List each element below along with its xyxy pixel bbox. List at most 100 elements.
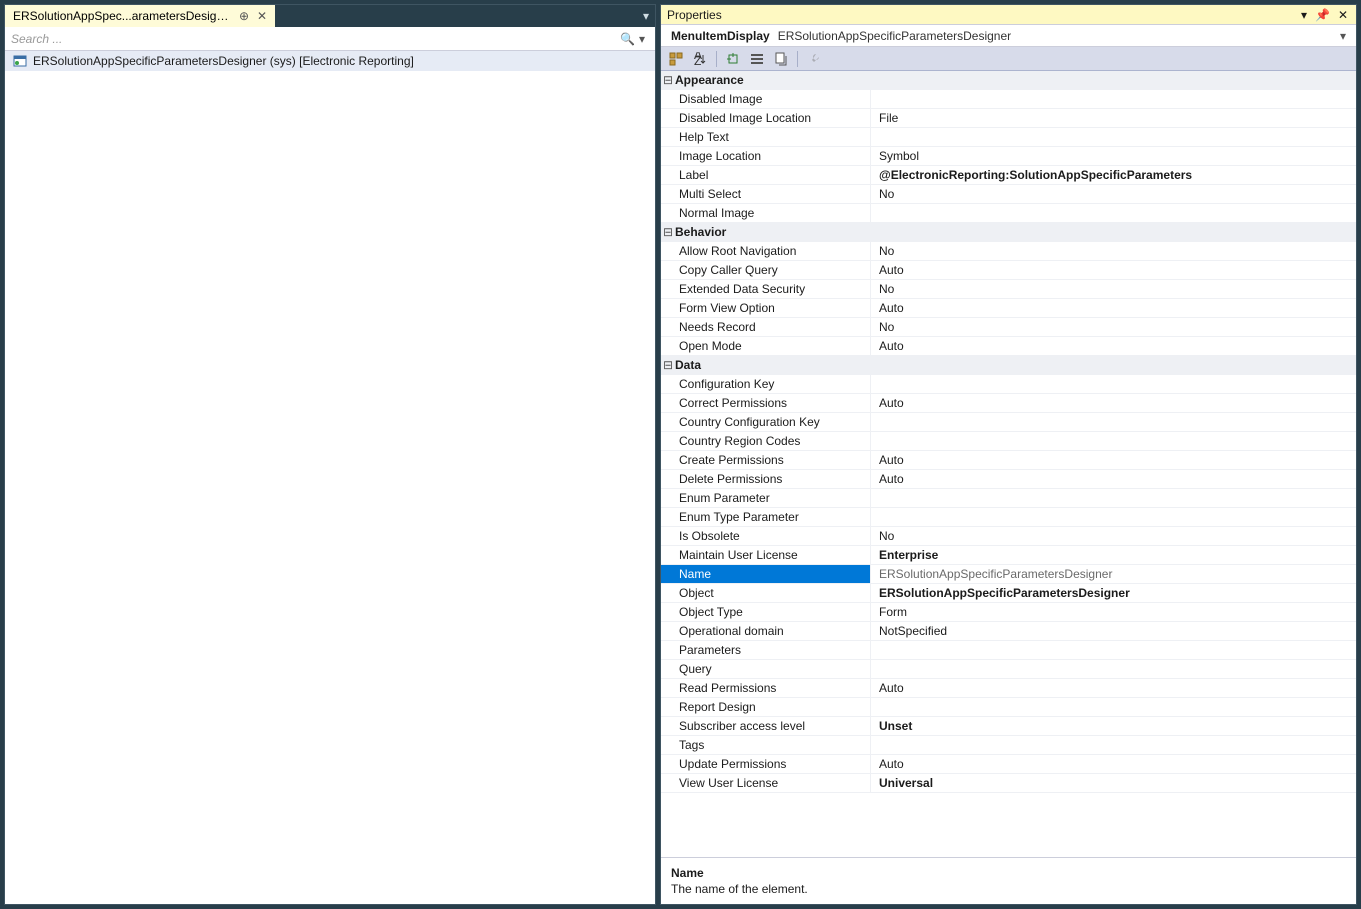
property-row[interactable]: Form View OptionAuto: [661, 299, 1356, 318]
property-value[interactable]: NotSpecified: [871, 622, 1356, 640]
object-dropdown-icon[interactable]: ▾: [1340, 29, 1346, 43]
property-row[interactable]: Image LocationSymbol: [661, 147, 1356, 166]
property-row[interactable]: Delete PermissionsAuto: [661, 470, 1356, 489]
property-value[interactable]: Auto: [871, 394, 1356, 412]
property-row[interactable]: Correct PermissionsAuto: [661, 394, 1356, 413]
pin-icon[interactable]: ⊕: [239, 9, 249, 23]
property-row[interactable]: Enum Type Parameter: [661, 508, 1356, 527]
wrench-button[interactable]: [803, 49, 825, 69]
show-all-button[interactable]: [746, 49, 768, 69]
property-value[interactable]: Auto: [871, 337, 1356, 355]
property-row[interactable]: Object TypeForm: [661, 603, 1356, 622]
property-row[interactable]: Parameters: [661, 641, 1356, 660]
property-name: Image Location: [661, 147, 871, 165]
property-value[interactable]: Auto: [871, 451, 1356, 469]
property-row[interactable]: Copy Caller QueryAuto: [661, 261, 1356, 280]
tree-root-item[interactable]: ERSolutionAppSpecificParametersDesigner …: [5, 51, 655, 71]
pin-icon[interactable]: 📌: [1313, 8, 1332, 22]
property-row[interactable]: Country Region Codes: [661, 432, 1356, 451]
category-row[interactable]: ⊟Behavior: [661, 223, 1356, 242]
property-value[interactable]: Auto: [871, 679, 1356, 697]
property-value[interactable]: [871, 508, 1356, 526]
property-value[interactable]: [871, 90, 1356, 108]
property-row[interactable]: Disabled Image LocationFile: [661, 109, 1356, 128]
property-value[interactable]: [871, 413, 1356, 431]
property-value[interactable]: ERSolutionAppSpecificParametersDesigner: [871, 584, 1356, 602]
property-row[interactable]: Multi SelectNo: [661, 185, 1356, 204]
property-value[interactable]: [871, 375, 1356, 393]
property-row[interactable]: View User LicenseUniversal: [661, 774, 1356, 793]
property-row[interactable]: Configuration Key: [661, 375, 1356, 394]
property-grid[interactable]: ⊟AppearanceDisabled ImageDisabled Image …: [661, 71, 1356, 857]
alphabetical-button[interactable]: AZ: [689, 49, 711, 69]
property-value[interactable]: [871, 128, 1356, 146]
close-icon[interactable]: ✕: [1336, 8, 1350, 22]
extensions-button[interactable]: [722, 49, 744, 69]
property-row[interactable]: Query: [661, 660, 1356, 679]
property-row[interactable]: Update PermissionsAuto: [661, 755, 1356, 774]
collapse-icon[interactable]: ⊟: [661, 223, 675, 241]
property-value[interactable]: [871, 698, 1356, 716]
property-value[interactable]: No: [871, 242, 1356, 260]
document-tab-active[interactable]: ERSolutionAppSpec...arametersDesigner ⊕ …: [5, 5, 275, 27]
property-value[interactable]: [871, 660, 1356, 678]
property-row[interactable]: Country Configuration Key: [661, 413, 1356, 432]
property-value[interactable]: Enterprise: [871, 546, 1356, 564]
close-icon[interactable]: ✕: [257, 9, 267, 23]
property-value[interactable]: ERSolutionAppSpecificParametersDesigner: [871, 565, 1356, 583]
property-row[interactable]: Needs RecordNo: [661, 318, 1356, 337]
property-value[interactable]: No: [871, 318, 1356, 336]
property-value[interactable]: [871, 432, 1356, 450]
property-row[interactable]: ObjectERSolutionAppSpecificParametersDes…: [661, 584, 1356, 603]
property-row[interactable]: Maintain User LicenseEnterprise: [661, 546, 1356, 565]
collapse-icon[interactable]: ⊟: [661, 356, 675, 374]
property-row[interactable]: Help Text: [661, 128, 1356, 147]
menu-item-icon: [13, 54, 27, 68]
tab-overflow-dropdown-icon[interactable]: ▾: [637, 5, 655, 27]
property-row[interactable]: Enum Parameter: [661, 489, 1356, 508]
property-value[interactable]: Form: [871, 603, 1356, 621]
property-value[interactable]: [871, 736, 1356, 754]
property-row[interactable]: Tags: [661, 736, 1356, 755]
property-value[interactable]: [871, 489, 1356, 507]
property-value[interactable]: @ElectronicReporting:SolutionAppSpecific…: [871, 166, 1356, 184]
property-value[interactable]: No: [871, 280, 1356, 298]
svg-text:Z: Z: [694, 54, 701, 66]
categorized-button[interactable]: [665, 49, 687, 69]
property-row[interactable]: Report Design: [661, 698, 1356, 717]
property-value[interactable]: Auto: [871, 261, 1356, 279]
tree-view[interactable]: ERSolutionAppSpecificParametersDesigner …: [5, 51, 655, 904]
search-icon[interactable]: 🔍: [620, 32, 635, 46]
property-row[interactable]: Disabled Image: [661, 90, 1356, 109]
property-value[interactable]: No: [871, 527, 1356, 545]
property-row[interactable]: Create PermissionsAuto: [661, 451, 1356, 470]
property-row[interactable]: Normal Image: [661, 204, 1356, 223]
property-value[interactable]: [871, 204, 1356, 222]
collapse-icon[interactable]: ⊟: [661, 71, 675, 89]
property-value[interactable]: Auto: [871, 470, 1356, 488]
property-row[interactable]: Is ObsoleteNo: [661, 527, 1356, 546]
search-input[interactable]: [11, 32, 620, 46]
property-row[interactable]: Label@ElectronicReporting:SolutionAppSpe…: [661, 166, 1356, 185]
property-value[interactable]: Unset: [871, 717, 1356, 735]
property-value[interactable]: Universal: [871, 774, 1356, 792]
property-row[interactable]: Operational domainNotSpecified: [661, 622, 1356, 641]
property-value[interactable]: Symbol: [871, 147, 1356, 165]
property-row[interactable]: Open ModeAuto: [661, 337, 1356, 356]
property-row[interactable]: Allow Root NavigationNo: [661, 242, 1356, 261]
property-value[interactable]: No: [871, 185, 1356, 203]
property-row[interactable]: Read PermissionsAuto: [661, 679, 1356, 698]
category-row[interactable]: ⊟Appearance: [661, 71, 1356, 90]
property-row[interactable]: Subscriber access levelUnset: [661, 717, 1356, 736]
property-value[interactable]: Auto: [871, 755, 1356, 773]
property-row[interactable]: Extended Data SecurityNo: [661, 280, 1356, 299]
window-dropdown-icon[interactable]: ▾: [1299, 8, 1309, 22]
property-row[interactable]: NameERSolutionAppSpecificParametersDesig…: [661, 565, 1356, 584]
property-pages-button[interactable]: [770, 49, 792, 69]
search-dropdown-icon[interactable]: ▾: [635, 32, 649, 46]
category-row[interactable]: ⊟Data: [661, 356, 1356, 375]
property-name: Object Type: [661, 603, 871, 621]
property-value[interactable]: Auto: [871, 299, 1356, 317]
property-value[interactable]: File: [871, 109, 1356, 127]
property-value[interactable]: [871, 641, 1356, 659]
